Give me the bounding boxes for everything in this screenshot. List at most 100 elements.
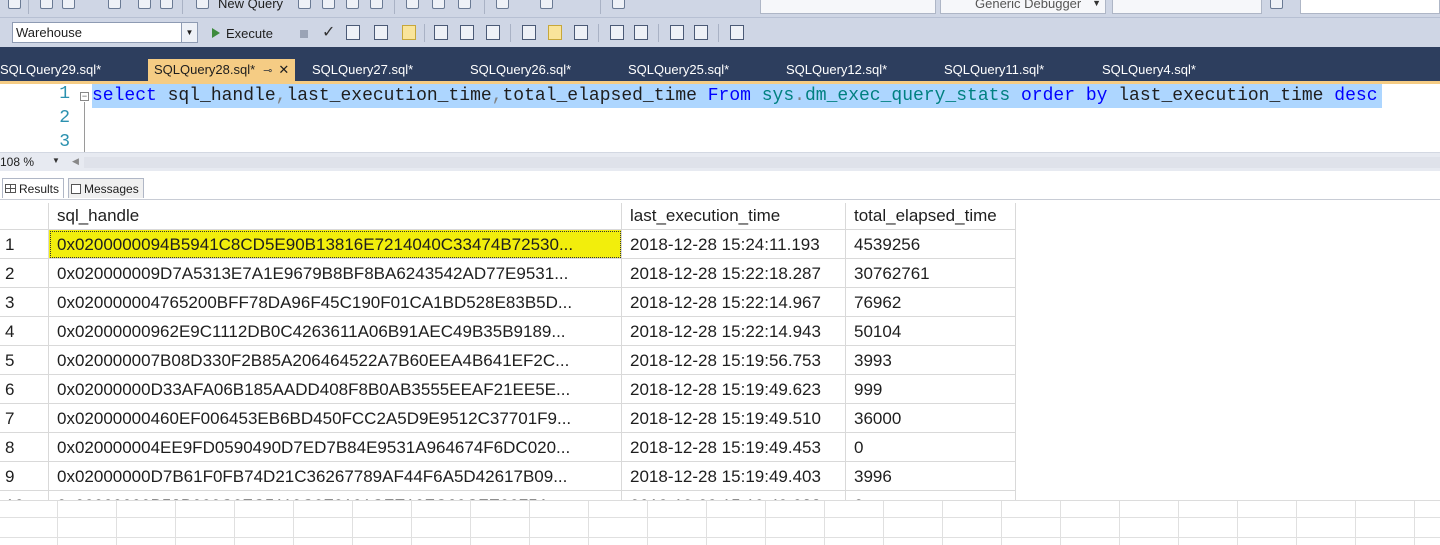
results-grid[interactable]: sql_handle last_execution_time total_ela… — [0, 203, 1016, 500]
redo-icon[interactable] — [540, 0, 553, 9]
row-number[interactable]: 6 — [0, 375, 49, 404]
paste-icon[interactable] — [458, 0, 471, 9]
table-cell[interactable]: 3993 — [846, 346, 1016, 375]
table-cell[interactable]: 0x02000000962E9C1112DB0C4263611A06B91AEC… — [49, 317, 622, 346]
table-row[interactable]: 2 0x020000009D7A5313E7A1E9679B8BF8BA62435… — [0, 259, 1016, 288]
increase-indent-icon[interactable] — [694, 25, 708, 40]
table-row[interactable]: 4 0x02000000962E9C1112DB0C4263611A06B91AE… — [0, 317, 1016, 346]
table-cell[interactable]: 2018-12-28 15:22:14.943 — [622, 317, 846, 346]
column-header[interactable]: sql_handle — [49, 203, 622, 230]
query-editor[interactable]: 1 2 3 − select sql_handle,last_execution… — [0, 84, 1440, 152]
row-number[interactable]: 2 — [0, 259, 49, 288]
parse-check-icon[interactable]: ✓ — [322, 22, 335, 42]
comment-icon[interactable] — [610, 25, 624, 40]
table-cell[interactable]: 0x02000000B53B082C8FC5118C2F2121CFE10FC6… — [49, 491, 622, 500]
chevron-down-icon[interactable]: ▼ — [181, 23, 197, 42]
table-cell[interactable]: 2018-12-28 15:19:49.403 — [622, 462, 846, 491]
sql-statement[interactable]: select sql_handle,last_execution_time,to… — [92, 84, 1382, 108]
table-cell[interactable]: 4539256 — [846, 230, 1016, 259]
table-cell[interactable]: 36000 — [846, 404, 1016, 433]
table-cell[interactable]: 2018-12-28 15:19:49.510 — [622, 404, 846, 433]
platform-dropdown[interactable] — [1112, 0, 1262, 14]
add-item-icon[interactable] — [62, 0, 75, 9]
row-number[interactable]: 10 — [0, 491, 49, 500]
row-header-corner[interactable] — [0, 203, 49, 230]
cut-icon[interactable] — [406, 0, 419, 9]
client-stats-icon[interactable] — [486, 25, 500, 40]
table-cell[interactable]: 0x020000004765200BFF78DA96F45C190F01CA1B… — [49, 288, 622, 317]
table-cell[interactable]: 0x020000009D7A5313E7A1E9679B8BF8BA624354… — [49, 259, 622, 288]
live-stats-icon[interactable] — [460, 25, 474, 40]
save-icon[interactable] — [138, 0, 151, 9]
table-row[interactable]: 1 0x0200000094B5941C8CD5E90B13816E7214040… — [0, 230, 1016, 259]
database-select[interactable]: Warehouse ▼ — [12, 22, 198, 43]
table-row[interactable]: 8 0x020000004EE9FD0590490D7ED7B84E9531A96… — [0, 433, 1016, 462]
stop-icon[interactable] — [300, 30, 308, 38]
solution-config-icon[interactable] — [612, 0, 625, 9]
table-cell[interactable]: 30762761 — [846, 259, 1016, 288]
include-plan-icon[interactable] — [434, 25, 448, 40]
table-cell[interactable]: 0 — [846, 433, 1016, 462]
results-to-text-icon[interactable] — [522, 25, 536, 40]
open-file-icon[interactable] — [108, 0, 121, 9]
new-query-button[interactable]: New Query — [218, 0, 283, 11]
chevron-down-icon[interactable]: ▼ — [52, 156, 60, 165]
table-row[interactable]: 6 0x02000000D33AFA06B185AADD408F8B0AB3555… — [0, 375, 1016, 404]
tab-messages[interactable]: Messages — [68, 178, 144, 198]
find-icon[interactable] — [1270, 0, 1283, 9]
results-to-grid-icon[interactable] — [548, 25, 562, 40]
row-number[interactable]: 8 — [0, 433, 49, 462]
table-row[interactable]: 100x02000000B53B082C8FC5118C2F2121CFE10F… — [0, 491, 1016, 500]
table-cell[interactable]: 0x020000007B08D330F2B85A206464522A7B60EE… — [49, 346, 622, 375]
copy-icon[interactable] — [432, 0, 445, 9]
table-cell[interactable]: 2018-12-28 15:24:11.193 — [622, 230, 846, 259]
table-cell[interactable]: 0x02000000460EF006453EB6BD450FCC2A5D9E95… — [49, 404, 622, 433]
table-cell[interactable]: 2018-12-28 15:22:18.287 — [622, 259, 846, 288]
solution-config-dropdown[interactable] — [760, 0, 936, 14]
new-query-icon[interactable] — [196, 0, 209, 9]
display-plan-icon[interactable] — [346, 25, 360, 40]
table-cell[interactable]: 2018-12-28 15:19:49.623 — [622, 375, 846, 404]
dmx-query-icon[interactable] — [322, 0, 335, 9]
close-icon[interactable]: ✕ — [278, 59, 289, 81]
table-row[interactable]: 9 0x02000000D7B61F0FB74D21C36267789AF44F6… — [0, 462, 1016, 491]
back-icon[interactable] — [8, 0, 21, 9]
intellisense-icon[interactable] — [402, 25, 416, 40]
execute-button[interactable]: Execute — [212, 23, 273, 43]
mdx-query-icon[interactable] — [298, 0, 311, 9]
save-all-icon[interactable] — [160, 0, 173, 9]
table-row[interactable]: 5 0x020000007B08D330F2B85A206464522A7B60E… — [0, 346, 1016, 375]
tab-results[interactable]: Results — [2, 178, 65, 198]
row-number[interactable]: 3 — [0, 288, 49, 317]
table-cell[interactable]: 0x02000000D7B61F0FB74D21C36267789AF44F6A… — [49, 462, 622, 491]
xmla-query-icon[interactable] — [346, 0, 359, 9]
pin-icon[interactable]: ⊸ — [263, 60, 272, 82]
table-cell[interactable]: 2018-12-28 15:22:14.967 — [622, 288, 846, 317]
table-cell[interactable]: 0x020000004EE9FD0590490D7ED7B84E9531A964… — [49, 433, 622, 462]
row-number[interactable]: 1 — [0, 230, 49, 259]
table-cell[interactable]: 76962 — [846, 288, 1016, 317]
table-row[interactable]: 7 0x02000000460EF006453EB6BD450FCC2A5D9E9… — [0, 404, 1016, 433]
query-options-icon[interactable] — [374, 25, 388, 40]
undo-icon[interactable] — [496, 0, 509, 9]
table-cell[interactable]: 2018-12-28 15:19:56.753 — [622, 346, 846, 375]
table-cell[interactable]: 50104 — [846, 317, 1016, 346]
table-cell[interactable]: 2018-12-28 15:19:49.033 — [622, 491, 846, 500]
table-cell[interactable]: 0x0200000094B5941C8CD5E90B13816E7214040C… — [49, 230, 622, 259]
results-to-file-icon[interactable] — [574, 25, 588, 40]
row-number[interactable]: 5 — [0, 346, 49, 375]
table-cell[interactable]: 2018-12-28 15:19:49.453 — [622, 433, 846, 462]
specify-values-icon[interactable] — [730, 25, 744, 40]
new-project-icon[interactable] — [40, 0, 53, 9]
row-number[interactable]: 4 — [0, 317, 49, 346]
search-input[interactable] — [1300, 0, 1440, 14]
column-header[interactable]: total_elapsed_time — [846, 203, 1016, 230]
column-header[interactable]: last_execution_time — [622, 203, 846, 230]
table-cell[interactable]: 0x02000000D33AFA06B185AADD408F8B0AB3555E… — [49, 375, 622, 404]
table-row[interactable]: 3 0x020000004765200BFF78DA96F45C190F01CA1… — [0, 288, 1016, 317]
zoom-level[interactable]: 108 % — [0, 155, 34, 169]
uncomment-icon[interactable] — [634, 25, 648, 40]
debugger-dropdown[interactable]: Generic Debugger ▼ — [940, 0, 1106, 14]
decrease-indent-icon[interactable] — [670, 25, 684, 40]
collapse-icon[interactable]: − — [80, 92, 89, 101]
